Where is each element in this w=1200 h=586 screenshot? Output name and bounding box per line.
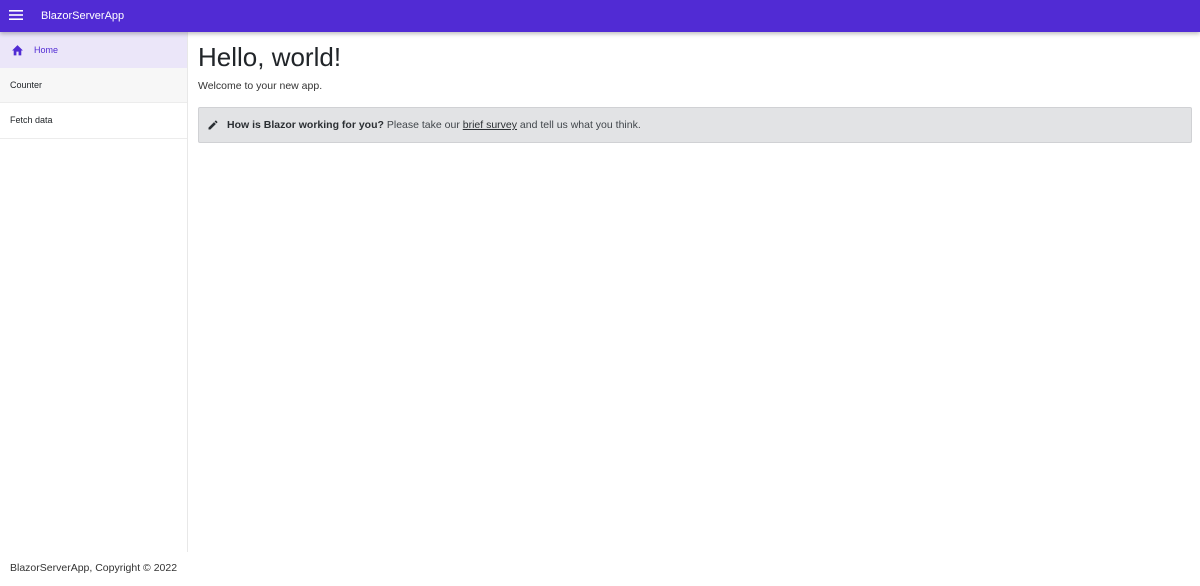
- app-bar: BlazorServerApp: [0, 0, 1200, 32]
- main-content: Hello, world! Welcome to your new app. H…: [198, 32, 1192, 143]
- survey-question: How is Blazor working for you?: [227, 119, 384, 131]
- sidebar-item-home[interactable]: Home: [0, 32, 187, 68]
- menu-button[interactable]: [0, 0, 32, 32]
- sidebar-item-label: Home: [34, 44, 59, 55]
- survey-text-suffix: and tell us what you think.: [517, 119, 641, 131]
- sidebar-item-label: Counter: [10, 79, 43, 90]
- hamburger-menu-icon: [9, 7, 23, 25]
- survey-prompt: How is Blazor working for you? Please ta…: [198, 107, 1192, 143]
- pencil-icon: [199, 119, 227, 131]
- footer-copyright: BlazorServerApp, Copyright © 2022: [10, 562, 178, 574]
- sidebar-nav: Home Counter Fetch data: [0, 32, 188, 552]
- sidebar-item-label: Fetch data: [10, 115, 53, 126]
- survey-link[interactable]: brief survey: [463, 119, 517, 131]
- sidebar-item-counter[interactable]: Counter: [0, 67, 187, 103]
- sidebar-item-fetch-data[interactable]: Fetch data: [0, 103, 187, 139]
- welcome-text: Welcome to your new app.: [198, 80, 323, 92]
- app-title[interactable]: BlazorServerApp: [41, 10, 124, 22]
- home-icon: [0, 44, 34, 56]
- page-title: Hello, world!: [198, 42, 342, 72]
- survey-text-prefix: Please take our: [383, 119, 463, 131]
